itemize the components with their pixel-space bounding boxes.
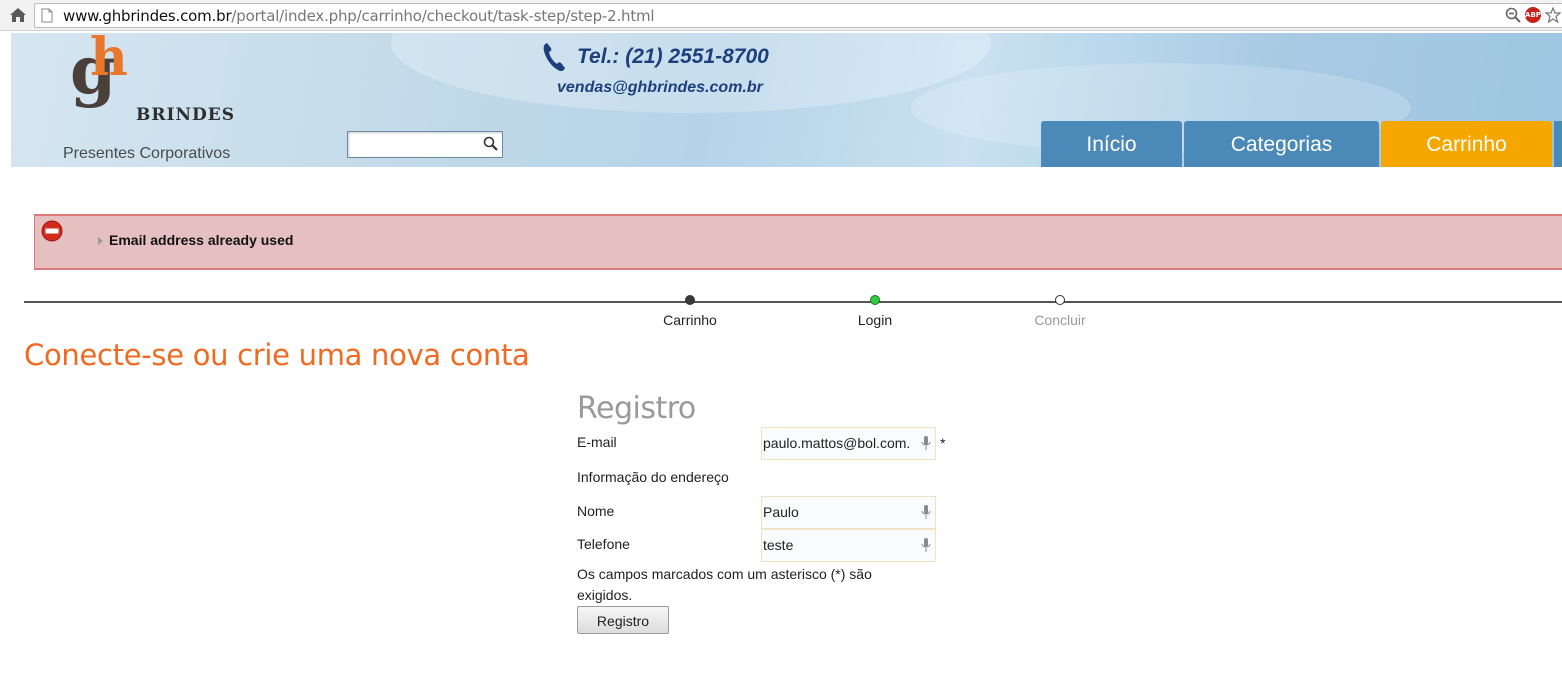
checkout-progress-line [24,301,1562,303]
email-label: E-mail [577,434,617,450]
nav-tab-categorias[interactable]: Categorias [1184,121,1379,167]
step-dot-current [870,295,880,305]
step-concluir: Concluir [1000,295,1120,328]
page-icon [41,8,53,23]
page-title: Conecte-se ou crie uma nova conta [24,338,530,372]
step-label: Concluir [1034,312,1086,328]
site-logo[interactable]: g h gh BRINDES Presentes Corporativos [63,35,246,165]
nav-tab-carrinho[interactable]: Carrinho [1381,121,1552,167]
adblock-icon[interactable]: ABP [1525,7,1541,23]
search-box [347,131,503,158]
step-dot-done [685,295,695,305]
phone-icon [543,43,565,72]
nome-field[interactable] [762,497,915,526]
address-bar[interactable]: www.ghbrindes.com.br/portal/index.php/ca… [34,3,1562,28]
step-login: Login [815,295,935,328]
email-field[interactable] [762,428,915,457]
microphone-icon[interactable] [921,505,931,520]
error-message-box: Email address already used [34,214,1562,270]
telefone-label: Telefone [577,536,630,552]
telefone-field[interactable] [762,530,915,559]
main-nav: Início Categorias Carrinho [1041,121,1562,167]
required-asterisk: * [940,435,946,451]
microphone-icon[interactable] [921,538,931,553]
search-icon[interactable] [483,136,499,152]
nav-tab-inicio[interactable]: Início [1041,121,1182,167]
nav-tab-overflow[interactable] [1554,121,1562,167]
phone-number: Tel.: (21) 2551-8700 [577,45,769,68]
required-fields-note: Os campos marcados com um asterisco (*) … [577,566,872,603]
nome-field-wrapper [761,496,936,529]
nome-label: Nome [577,503,615,519]
search-input[interactable] [348,132,486,155]
svg-text:h: h [90,35,128,88]
url-host: www.ghbrindes.com.br [63,7,232,25]
telefone-field-wrapper [761,529,936,562]
zoom-out-icon[interactable] [1505,7,1521,23]
step-carrinho: Carrinho [630,295,750,328]
home-icon[interactable] [8,6,28,24]
logo-brand: BRINDES [136,105,235,125]
register-button[interactable]: Registro [577,606,669,634]
registration-title: Registro [577,391,696,426]
url-text: www.ghbrindes.com.br/portal/index.php/ca… [63,7,655,25]
step-label: Carrinho [663,312,717,328]
logo-tagline: Presentes Corporativos [63,145,231,162]
logo-gh-mark: g h [70,35,128,109]
step-label: Login [857,312,893,328]
microphone-icon[interactable] [921,436,931,451]
address-section-label: Informação do endereço [577,469,729,485]
url-path: /portal/index.php/carrinho/checkout/task… [231,7,655,25]
site-header: g h gh BRINDES Presentes Corporativos Te… [11,33,1562,167]
bookmark-star-icon[interactable] [1545,7,1561,23]
contact-phone: Tel.: (21) 2551-8700 [541,41,769,73]
bullet-arrow-icon [98,237,103,245]
step-dot-pending [1055,295,1065,305]
browser-toolbar: www.ghbrindes.com.br/portal/index.php/ca… [0,0,1562,31]
contact-email[interactable]: vendas@ghbrindes.com.br [557,79,763,97]
error-stop-icon [41,220,63,242]
error-message-text: Email address already used [109,232,294,248]
email-field-wrapper [761,427,936,460]
